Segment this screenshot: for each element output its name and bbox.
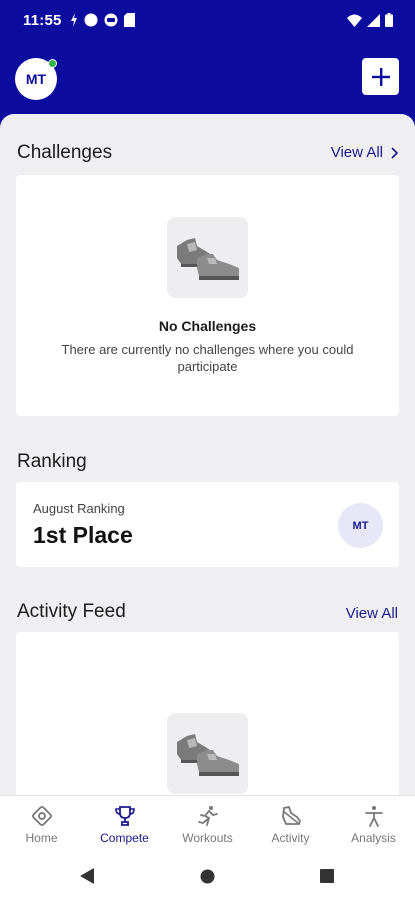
nav-item-activity[interactable]: Activity	[249, 796, 332, 855]
nav-item-workouts[interactable]: Workouts	[166, 796, 249, 855]
nav-label-analysis: Analysis	[351, 831, 396, 845]
shoe-icon	[281, 805, 301, 825]
main-content[interactable]: Challenges View All No Challenges There …	[0, 114, 415, 795]
ranking-period: August Ranking	[33, 501, 125, 516]
challenges-empty-description: There are currently no challenges where …	[61, 342, 354, 374]
nav-label-activity: Activity	[271, 831, 310, 845]
add-button[interactable]	[362, 58, 399, 95]
wifi-icon	[347, 14, 362, 27]
ranking-title: Ranking	[17, 451, 87, 472]
sim-card-icon	[124, 13, 135, 27]
headset-notification-icon	[104, 13, 118, 27]
running-icon	[197, 806, 218, 826]
bottom-navigation: Home Compete Workouts Activity Analysis	[0, 795, 415, 855]
ranking-avatar-initials: MT	[352, 519, 369, 532]
activity-feed-title: Activity Feed	[17, 601, 126, 622]
battery-icon	[385, 13, 393, 27]
home-icon	[31, 806, 52, 826]
chevron-right-icon	[391, 146, 398, 159]
shoe-illustration	[167, 217, 248, 298]
recents-icon[interactable]	[320, 869, 334, 883]
challenges-card: No Challenges There are currently no cha…	[16, 175, 399, 416]
home-circle-icon[interactable]	[200, 869, 215, 884]
person-icon	[364, 806, 383, 827]
nav-item-compete[interactable]: Compete	[83, 796, 166, 855]
trophy-icon	[114, 806, 135, 826]
feed-view-all-label: View All	[345, 605, 398, 622]
circle-notification-icon	[84, 13, 98, 27]
nav-label-workouts: Workouts	[182, 831, 233, 845]
nav-item-home[interactable]: Home	[0, 796, 83, 855]
challenges-view-all-link[interactable]: View All	[331, 144, 398, 161]
avatar-initials: MT	[25, 71, 47, 87]
feed-shoe-illustration	[167, 713, 248, 794]
sneakers-icon	[176, 733, 239, 776]
status-notification-icons	[70, 13, 135, 27]
challenges-empty-title: No Challenges	[158, 318, 257, 334]
system-navigation-bar	[0, 855, 415, 900]
profile-avatar[interactable]: MT	[15, 58, 57, 100]
signal-icon	[367, 13, 380, 27]
back-icon[interactable]	[80, 868, 94, 884]
status-time: 11:55	[23, 12, 62, 29]
challenges-view-all-label: View All	[330, 144, 383, 161]
ranking-avatar: MT	[338, 503, 383, 548]
nav-item-analysis[interactable]: Analysis	[332, 796, 415, 855]
app-header: MT	[0, 42, 415, 114]
status-bar: 11:55	[0, 0, 415, 42]
feed-view-all-link[interactable]: View All	[346, 605, 398, 622]
ranking-place: 1st Place	[33, 522, 133, 548]
ranking-card[interactable]: August Ranking 1st Place MT	[16, 482, 399, 567]
sneakers-icon	[176, 237, 239, 280]
status-system-icons	[347, 13, 393, 27]
nav-label-compete: Compete	[100, 831, 149, 845]
nav-label-home: Home	[25, 831, 58, 845]
challenges-title: Challenges	[17, 142, 113, 163]
plus-icon	[371, 67, 390, 86]
online-status-dot	[48, 59, 57, 68]
activity-feed-card	[16, 632, 399, 795]
flash-icon	[71, 13, 77, 27]
